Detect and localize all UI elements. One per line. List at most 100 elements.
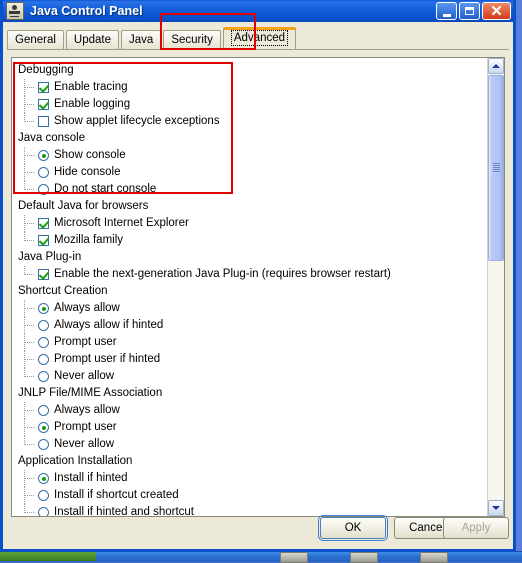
radio-icon[interactable] — [38, 422, 49, 433]
radio-icon[interactable] — [38, 337, 49, 348]
radio-option-always-allow-if-hinted[interactable]: Always allow if hinted — [16, 317, 487, 334]
tab-row: General Update Java Security Advanced — [7, 27, 513, 50]
option-label: Show applet lifecycle exceptions — [54, 115, 220, 127]
option-label: Enable the next-generation Java Plug-in … — [54, 268, 391, 280]
radio-option-install-if-shortcut-created[interactable]: Install if shortcut created — [16, 487, 487, 504]
tab-label: Java — [129, 34, 154, 46]
taskbar-item[interactable] — [280, 552, 308, 563]
java-control-panel-window: Java Control Panel ✕ General Update Java — [0, 0, 516, 552]
option-label: Never allow — [54, 438, 115, 450]
checkbox-icon[interactable] — [38, 99, 49, 110]
tab-label: Advanced — [230, 30, 289, 46]
window-titlebar[interactable]: Java Control Panel ✕ — [3, 0, 513, 22]
scrollbar-grip-icon — [493, 163, 500, 173]
advanced-settings-panel: Debugging Enable tracing Enable logging Sho… — [11, 57, 505, 517]
group-label-java-console: Java console — [18, 132, 86, 144]
checkbox-icon[interactable] — [38, 82, 49, 93]
radio-option-never-allow[interactable]: Never allow — [16, 436, 487, 453]
minimize-icon — [437, 3, 456, 19]
option-label: Prompt user — [54, 336, 117, 348]
option-label: Mozilla family — [54, 234, 124, 246]
checkbox-option-show-applet-lifecycle-exceptions[interactable]: Show applet lifecycle exceptions — [16, 113, 487, 130]
close-icon: ✕ — [490, 2, 503, 20]
radio-icon[interactable] — [38, 354, 49, 365]
checkbox-option-mozilla-family[interactable]: Mozilla family — [16, 232, 487, 249]
radio-icon[interactable] — [38, 371, 49, 382]
tab-java[interactable]: Java — [121, 30, 162, 50]
option-label: Do not start console — [54, 183, 157, 195]
tab-strip: General Update Java Security Advanced — [3, 22, 513, 50]
radio-icon[interactable] — [38, 184, 49, 195]
radio-icon[interactable] — [38, 167, 49, 178]
taskbar-start-button[interactable] — [0, 551, 96, 561]
tab-label: General — [15, 34, 56, 46]
radio-option-prompt-user-if-hinted[interactable]: Prompt user if hinted — [16, 351, 487, 368]
radio-option-prompt-user[interactable]: Prompt user — [16, 419, 487, 436]
radio-icon[interactable] — [38, 405, 49, 416]
option-label: Install if hinted — [54, 472, 128, 484]
checkbox-option-enable-the-next-generation-java-plug-in-requires-browser-restart[interactable]: Enable the next-generation Java Plug-in … — [16, 266, 487, 283]
radio-option-always-allow[interactable]: Always allow — [16, 402, 487, 419]
dialog-button-bar: OK Cancel Apply — [3, 509, 513, 549]
taskbar-item[interactable] — [350, 552, 378, 563]
checkbox-option-microsoft-internet-explorer[interactable]: Microsoft Internet Explorer — [16, 215, 487, 232]
tab-underline — [7, 49, 509, 50]
option-label: Always allow if hinted — [54, 319, 164, 331]
radio-icon[interactable] — [38, 439, 49, 450]
radio-option-show-console[interactable]: Show console — [16, 147, 487, 164]
apply-button: Apply — [443, 517, 509, 539]
group-label-jnlp-file-mime-association: JNLP File/MIME Association — [18, 387, 163, 399]
option-label: Enable tracing — [54, 81, 128, 93]
option-label: Never allow — [54, 370, 115, 382]
radio-icon[interactable] — [38, 320, 49, 331]
checkbox-icon[interactable] — [38, 235, 49, 246]
radio-icon[interactable] — [38, 490, 49, 501]
tab-general[interactable]: General — [7, 30, 64, 50]
tab-security[interactable]: Security — [163, 30, 221, 50]
checkbox-option-enable-tracing[interactable]: Enable tracing — [16, 79, 487, 96]
option-label: Hide console — [54, 166, 121, 178]
option-label: Always allow — [54, 404, 120, 416]
group-label-default-java-for-browsers: Default Java for browsers — [18, 200, 149, 212]
radio-option-hide-console[interactable]: Hide console — [16, 164, 487, 181]
tab-update[interactable]: Update — [65, 30, 120, 50]
option-label: Install if shortcut created — [54, 489, 179, 501]
scroll-up-arrow-icon — [492, 64, 500, 68]
option-label: Always allow — [54, 302, 120, 314]
window-controls: ✕ — [436, 2, 511, 20]
checkbox-icon[interactable] — [38, 116, 49, 127]
group-label-shortcut-creation: Shortcut Creation — [18, 285, 108, 297]
close-button[interactable]: ✕ — [482, 2, 511, 20]
maximize-icon — [460, 3, 479, 19]
option-label: Prompt user if hinted — [54, 353, 161, 365]
radio-icon[interactable] — [38, 303, 49, 314]
option-label: Microsoft Internet Explorer — [54, 217, 189, 229]
checkbox-icon[interactable] — [38, 218, 49, 229]
tab-advanced[interactable]: Advanced — [222, 27, 297, 49]
radio-option-do-not-start-console[interactable]: Do not start console — [16, 181, 487, 198]
window-title: Java Control Panel — [30, 4, 143, 18]
tab-label: Security — [171, 34, 213, 46]
maximize-button[interactable] — [459, 2, 480, 20]
minimize-button[interactable] — [436, 2, 457, 20]
group-label-debugging: Debugging — [18, 64, 74, 76]
ok-button[interactable]: OK — [318, 515, 388, 541]
radio-option-never-allow[interactable]: Never allow — [16, 368, 487, 385]
group-label-java-plug-in: Java Plug-in — [18, 251, 82, 263]
group-label-application-installation: Application Installation — [18, 455, 133, 467]
radio-option-always-allow[interactable]: Always allow — [16, 300, 487, 317]
vertical-scrollbar[interactable] — [487, 58, 504, 516]
java-coffee-cup-icon — [6, 2, 24, 20]
tab-label: Update — [73, 34, 112, 46]
checkbox-option-enable-logging[interactable]: Enable logging — [16, 96, 487, 113]
radio-icon[interactable] — [38, 150, 49, 161]
radio-icon[interactable] — [38, 473, 49, 484]
radio-option-install-if-hinted[interactable]: Install if hinted — [16, 470, 487, 487]
checkbox-icon[interactable] — [38, 269, 49, 280]
scroll-up-button[interactable] — [488, 58, 504, 74]
scrollbar-thumb[interactable] — [488, 75, 504, 261]
settings-tree: Debugging Enable tracing Enable logging Sho… — [12, 58, 487, 516]
taskbar-item[interactable] — [420, 552, 448, 563]
option-label: Enable logging — [54, 98, 131, 110]
radio-option-prompt-user[interactable]: Prompt user — [16, 334, 487, 351]
